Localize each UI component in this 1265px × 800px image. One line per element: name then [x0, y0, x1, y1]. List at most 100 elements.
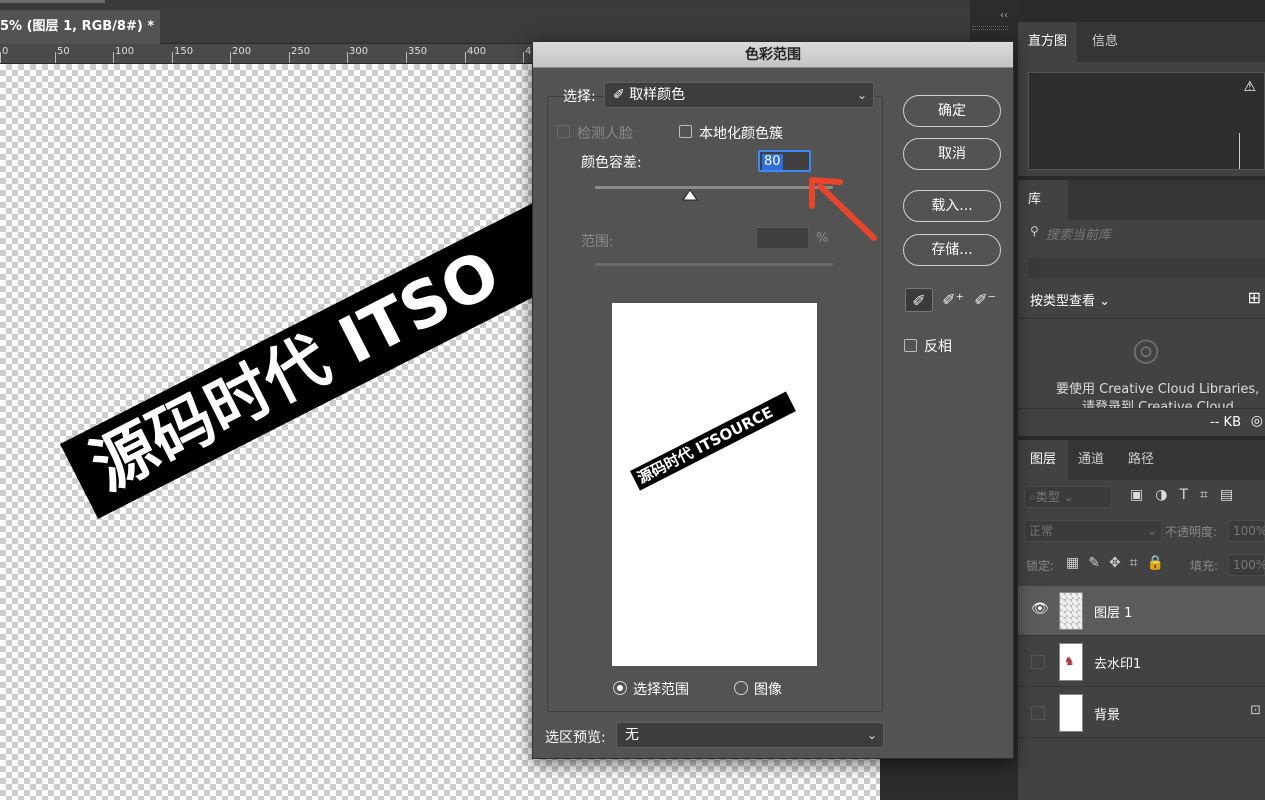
search-icon: ⚲ [1030, 224, 1039, 238]
color-range-dialog: 色彩范围 选择: ✐ 取样颜色 ⌄ 检测人脸 本地化颜色簇 颜色容差: 80 范… [532, 41, 1014, 759]
lock-label: 锁定: [1026, 559, 1055, 573]
radio-image-label: 图像 [754, 682, 782, 698]
opacity-value: 100% [1233, 524, 1265, 538]
eyedropper-icon[interactable]: ✐ [905, 288, 933, 312]
library-panel: 库 ⚲ 搜索当前库 按类型查看 ⌄ ⊞ ◎ 要使用 Creative Cloud… [1018, 180, 1265, 436]
histogram-bar [1239, 133, 1240, 169]
fuzziness-value: 80 [762, 154, 783, 170]
document-tab[interactable]: 5% (图层 1, RGB/8#) * [0, 10, 160, 44]
figure-icon: ♞ [1064, 654, 1075, 668]
layer-thumbnail [1059, 694, 1083, 732]
chevron-down-icon: ⌄ [856, 88, 867, 102]
visibility-toggle[interactable] [1031, 655, 1045, 669]
ruler-tick [230, 52, 231, 63]
selection-preview-label: 选区预览: [545, 730, 606, 746]
layer-row[interactable]: 👁 图层 1 [1018, 586, 1265, 636]
opacity-input[interactable]: 100% [1228, 520, 1265, 542]
dialog-title: 色彩范围 [533, 42, 1013, 68]
tab-channels[interactable]: 通道 [1068, 440, 1114, 480]
ruler-tick [289, 52, 290, 63]
chevron-down-icon: ⌄ [1146, 524, 1157, 538]
layers-panel: 图层 通道 路径 ⌕类型 ⌄ ▣◑T⌗▤ 正常 ⌄ 不透明度: 100% 锁定: … [1018, 440, 1265, 800]
invert-checkbox[interactable] [904, 339, 917, 352]
ruler-mark: 100 [115, 46, 135, 57]
ruler-tick [172, 52, 173, 63]
library-dropdown[interactable] [1028, 258, 1265, 278]
panel-grip-icon[interactable] [972, 26, 1008, 30]
ruler-tick [347, 52, 348, 63]
fill-label: 填充: [1190, 559, 1219, 573]
save-button[interactable]: 存储... [903, 234, 1001, 266]
warning-icon[interactable]: ⚠ [1243, 79, 1256, 95]
layer-filter-kind[interactable]: ⌕类型 ⌄ [1024, 486, 1112, 508]
blend-mode-value: 正常 [1029, 524, 1054, 538]
ruler-mark: 400 [467, 46, 487, 57]
ruler-mark: 4 [525, 46, 532, 57]
detect-faces-label: 检测人脸 [577, 126, 633, 142]
document-tab-bar: 5% (图层 1, RGB/8#) * [0, 10, 970, 44]
divider [1018, 318, 1265, 319]
detect-faces-checkbox[interactable] [557, 125, 570, 138]
range-label: 范围: [581, 234, 614, 250]
select-value: 取样颜色 [629, 87, 686, 103]
sync-icon[interactable]: ◎ [1251, 413, 1263, 429]
tab-layers[interactable]: 图层 [1018, 440, 1069, 480]
tab-histogram[interactable]: 直方图 [1018, 22, 1078, 62]
fill-input[interactable]: 100% [1228, 554, 1265, 576]
opacity-label: 不透明度: [1165, 525, 1218, 539]
layer-row[interactable]: ♞ 去水印1 [1018, 637, 1265, 687]
fuzziness-slider[interactable] [595, 186, 833, 189]
library-search-input[interactable]: 搜索当前库 [1046, 224, 1111, 243]
eye-icon[interactable]: 👁 [1031, 601, 1049, 617]
layer-filter-icons[interactable]: ▣◑T⌗▤ [1130, 487, 1245, 503]
fuzziness-input[interactable]: 80 [758, 150, 811, 172]
photoshop-window: 5% (图层 1, RGB/8#) * 0 50 100 150 200 250… [0, 0, 1265, 800]
histogram-panel: 直方图 信息 ⚠ [1018, 22, 1265, 176]
ruler-mark: 0 [2, 46, 9, 57]
view-by-type-dropdown[interactable]: 按类型查看 ⌄ [1030, 290, 1110, 309]
selection-preview[interactable]: 源码时代 ITSOURCE [612, 303, 817, 666]
collapse-panels-icon[interactable]: ‹‹ [1000, 10, 1008, 21]
layers-tabs: 图层 通道 路径 [1018, 440, 1265, 480]
load-button[interactable]: 载入... [903, 190, 1001, 222]
eyedropper-plus-icon[interactable]: ✐⁺ [939, 288, 967, 312]
localized-clusters-checkbox[interactable] [679, 125, 692, 138]
visibility-toggle[interactable] [1031, 706, 1045, 720]
active-strip-indicator [0, 0, 105, 3]
range-input[interactable] [756, 227, 809, 249]
ok-button[interactable]: 确定 [903, 95, 1001, 127]
radio-image[interactable] [734, 681, 748, 695]
kb-label: -- KB [1210, 415, 1241, 430]
eyedropper-minus-icon[interactable]: ✐⁻ [971, 288, 999, 312]
tab-info[interactable]: 信息 [1082, 22, 1128, 62]
select-label: 选择: [563, 89, 596, 105]
blend-mode-select[interactable]: 正常 ⌄ [1024, 520, 1162, 542]
radio-selection[interactable] [613, 681, 627, 695]
layer-name: 去水印1 [1094, 657, 1142, 672]
histogram-tabs: 直方图 信息 [1018, 22, 1265, 62]
tab-paths[interactable]: 路径 [1118, 440, 1164, 480]
lock-icons[interactable]: ▦✎✥⌗🔒 [1066, 555, 1173, 571]
ruler-mark: 50 [57, 46, 70, 57]
ruler-tick [465, 52, 466, 63]
creative-cloud-icon: ◎ [1132, 330, 1160, 368]
layer-name: 图层 1 [1094, 606, 1133, 621]
cc-message-line1: 要使用 Creative Cloud Libraries, [1056, 382, 1260, 397]
layer-row[interactable]: 背景 ⊡ [1018, 688, 1265, 738]
selection-preview-value: 无 [625, 727, 639, 743]
fuzziness-slider-thumb[interactable] [682, 188, 699, 204]
grid-view-icon[interactable]: ⊞ [1248, 288, 1261, 307]
ruler-mark: 350 [408, 46, 428, 57]
cancel-button[interactable]: 取消 [903, 138, 1001, 170]
range-unit: % [816, 231, 829, 246]
ruler-tick [406, 52, 407, 63]
selection-preview-select[interactable]: 无 ⌄ [616, 722, 884, 748]
range-slider[interactable] [595, 263, 833, 266]
view-by-type-label: 按类型查看 [1030, 294, 1096, 309]
layer-thumbnail [1059, 592, 1083, 630]
tab-library[interactable]: 库 [1018, 180, 1068, 220]
localized-clusters-label: 本地化颜色簇 [699, 126, 783, 142]
invert-label: 反相 [924, 339, 952, 355]
chevron-down-icon: ⌄ [866, 728, 877, 742]
select-dropdown[interactable]: ✐ 取样颜色 ⌄ [604, 82, 874, 108]
